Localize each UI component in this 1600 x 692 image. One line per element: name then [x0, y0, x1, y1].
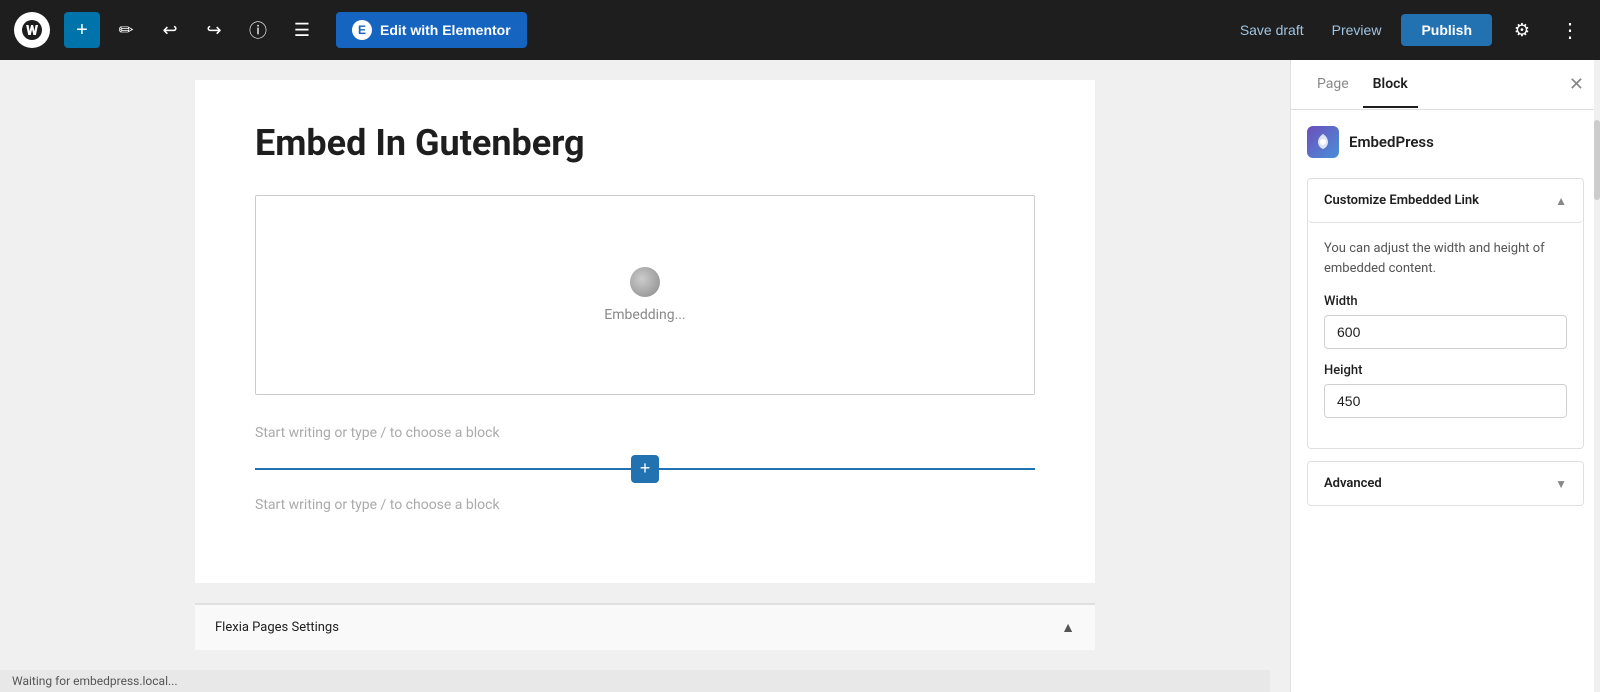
list-icon: ☰ — [294, 20, 310, 41]
list-view-button[interactable]: ☰ — [284, 12, 320, 48]
settings-button[interactable]: ⚙ — [1504, 12, 1540, 48]
customize-section-panel: Customize Embedded Link ▲ You can adjust… — [1307, 178, 1584, 449]
main-layout: Embed In Gutenberg Embedding... Start wr… — [0, 60, 1600, 692]
block-placeholder-2[interactable]: Start writing or type / to choose a bloc… — [255, 487, 1035, 523]
chevron-down-icon: ▼ — [1555, 477, 1567, 491]
separator-line-left — [255, 468, 631, 470]
embedpress-name: EmbedPress — [1349, 133, 1434, 151]
edit-with-elementor-button[interactable]: E Edit with Elementor — [336, 12, 527, 48]
preview-button[interactable]: Preview — [1324, 16, 1390, 44]
chevron-up-icon: ▲ — [1555, 194, 1567, 208]
page-title: Embed In Gutenberg — [255, 120, 1035, 167]
redo-button[interactable]: ↪ — [196, 12, 232, 48]
flexia-settings-label: Flexia Pages Settings — [215, 620, 339, 635]
block-separator: + — [255, 455, 1035, 483]
redo-icon: ↪ — [206, 20, 221, 41]
embedpress-branding: EmbedPress — [1307, 126, 1584, 158]
right-sidebar: Page Block ✕ EmbedPress Customiz — [1290, 60, 1600, 692]
height-field: Height — [1324, 363, 1567, 432]
block-placeholder-1[interactable]: Start writing or type / to choose a bloc… — [255, 415, 1035, 451]
tab-page[interactable]: Page — [1307, 62, 1359, 108]
width-label: Width — [1324, 294, 1567, 309]
advanced-section-header[interactable]: Advanced ▼ — [1308, 462, 1583, 505]
embed-loading-text: Embedding... — [604, 307, 685, 323]
width-input[interactable] — [1324, 315, 1567, 349]
advanced-section-panel: Advanced ▼ — [1307, 461, 1584, 506]
status-bar: Waiting for embedpress.local... — [0, 670, 1270, 692]
undo-icon: ↩ — [162, 20, 177, 41]
wp-logo-circle: W — [14, 12, 50, 48]
undo-button[interactable]: ↩ — [152, 12, 188, 48]
loading-spinner — [630, 267, 660, 297]
more-options-button[interactable]: ⋮ — [1552, 12, 1588, 48]
embed-block[interactable]: Embedding... — [255, 195, 1035, 395]
sidebar-scrollbar-track — [1594, 60, 1600, 692]
sidebar-header: Page Block ✕ — [1291, 60, 1600, 110]
elementor-icon: E — [352, 20, 372, 40]
flexia-settings-panel[interactable]: Flexia Pages Settings ▲ — [195, 604, 1095, 650]
status-text: Waiting for embedpress.local... — [12, 674, 178, 688]
svg-text:W: W — [26, 23, 38, 39]
customize-section-header[interactable]: Customize Embedded Link ▲ — [1308, 179, 1583, 223]
info-icon: ⓘ — [249, 17, 267, 43]
embedpress-logo — [1307, 126, 1339, 158]
info-button[interactable]: ⓘ — [240, 12, 276, 48]
editor-area: Embed In Gutenberg Embedding... Start wr… — [0, 60, 1290, 692]
tab-block[interactable]: Block — [1363, 62, 1418, 108]
customize-section-body: You can adjust the width and height of e… — [1308, 223, 1583, 448]
sidebar-content: EmbedPress Customize Embedded Link ▲ You… — [1291, 110, 1600, 692]
advanced-section-title: Advanced — [1324, 476, 1382, 491]
ellipsis-icon: ⋮ — [1560, 18, 1580, 43]
customize-description: You can adjust the width and height of e… — [1324, 239, 1567, 278]
block-add-button[interactable]: + — [631, 455, 659, 483]
save-draft-button[interactable]: Save draft — [1232, 16, 1312, 44]
height-label: Height — [1324, 363, 1567, 378]
separator-line-right — [659, 468, 1035, 470]
close-icon: ✕ — [1569, 74, 1584, 94]
add-block-button[interactable]: + — [64, 12, 100, 48]
editor-canvas: Embed In Gutenberg Embedding... Start wr… — [195, 80, 1095, 583]
customize-section-title: Customize Embedded Link — [1324, 193, 1479, 208]
edit-button[interactable]: ✏ — [108, 12, 144, 48]
wordpress-logo[interactable]: W — [12, 10, 52, 50]
gear-icon: ⚙ — [1514, 20, 1530, 41]
width-field: Width — [1324, 294, 1567, 363]
toolbar: W + ✏ ↩ ↪ ⓘ ☰ E Edit with Elementor Save… — [0, 0, 1600, 60]
height-input[interactable] — [1324, 384, 1567, 418]
chevron-up-icon: ▲ — [1061, 619, 1075, 636]
plus-icon: + — [76, 19, 88, 42]
toolbar-right: Save draft Preview Publish ⚙ ⋮ — [1232, 12, 1588, 48]
close-sidebar-button[interactable]: ✕ — [1569, 74, 1584, 95]
publish-button[interactable]: Publish — [1401, 14, 1492, 46]
bottom-panels: Flexia Pages Settings ▲ — [195, 603, 1095, 650]
sidebar-scrollbar-thumb — [1594, 120, 1600, 200]
pencil-icon: ✏ — [118, 20, 133, 41]
